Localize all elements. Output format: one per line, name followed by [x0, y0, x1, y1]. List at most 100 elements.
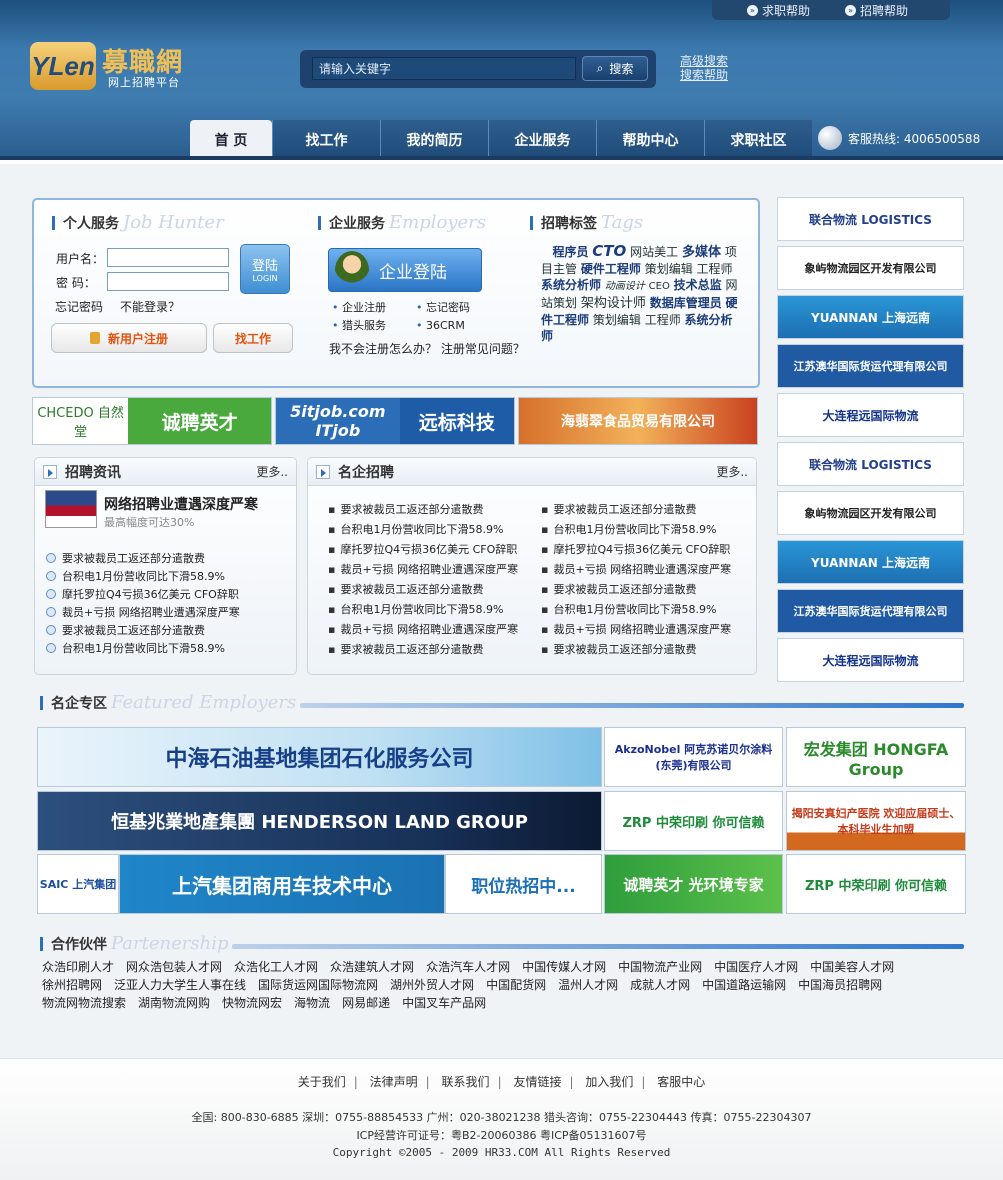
ad-saic-title[interactable]: 上汽集团商用车技术中心: [119, 854, 445, 914]
partner-link[interactable]: 中国配货网: [486, 976, 546, 994]
enterprise-register-link[interactable]: 企业注册: [332, 301, 386, 314]
enterprise-help-link[interactable]: 我不会注册怎么办？ 注册常见问题？: [329, 340, 525, 357]
sidebar-ad[interactable]: 象屿物流园区开发有限公司: [777, 246, 964, 290]
enterprise-forgot-link[interactable]: 忘记密码: [416, 301, 470, 314]
banner-itjob[interactable]: 5itjob.com ITjob 远标科技: [275, 397, 515, 445]
partner-link[interactable]: 海物流: [294, 994, 330, 1012]
list-item[interactable]: 要求被裁员工返还部分遣散费: [46, 622, 240, 640]
list-item[interactable]: 摩托罗拉Q4亏损36亿美元 CFO辞职: [541, 540, 731, 560]
tag[interactable]: 数据库管理员: [650, 296, 722, 310]
partner-link[interactable]: 泛亚人力大学生人事在线: [114, 976, 246, 994]
nav-tab-community[interactable]: 求职社区: [704, 120, 812, 160]
list-item[interactable]: 要求被裁员工返还部分遣散费: [328, 580, 518, 600]
tag[interactable]: 程序员: [552, 245, 588, 259]
partner-link[interactable]: 中国医疗人才网: [714, 958, 798, 976]
list-item[interactable]: 台积电1月份营收同比下滑58.9%: [328, 520, 518, 540]
tag[interactable]: 技术总监: [674, 278, 722, 292]
sidebar-ad[interactable]: 联合物流 LOGISTICS: [777, 197, 964, 241]
ad-hongfa[interactable]: 宏发集团 HONGFA Group: [786, 727, 966, 787]
partner-link[interactable]: 快物流网宏: [222, 994, 282, 1012]
footer-link-legal[interactable]: 法律声明: [370, 1075, 418, 1089]
list-item[interactable]: 台积电1月份营收同比下滑58.9%: [46, 640, 240, 658]
tag[interactable]: 硬件工程师: [581, 262, 641, 276]
list-item[interactable]: 要求被裁员工返还部分遣散费: [328, 500, 518, 520]
login-button[interactable]: 登陆 LOGIN: [240, 244, 290, 294]
nav-tab-help[interactable]: 帮助中心: [596, 120, 704, 160]
footer-link-service[interactable]: 客服中心: [657, 1075, 705, 1089]
partner-link[interactable]: 湖南物流网购: [138, 994, 210, 1012]
ad-jieyang-hospital[interactable]: 揭阳安真妇产医院 欢迎应届硕士、本科毕业生加盟: [786, 791, 966, 851]
footer-link-about[interactable]: 关于我们: [298, 1075, 346, 1089]
partner-link[interactable]: 网众浩包装人才网: [126, 958, 222, 976]
recruiter-help-link[interactable]: » 招聘帮助: [845, 2, 908, 19]
partner-link[interactable]: 中国美容人才网: [810, 958, 894, 976]
partner-link[interactable]: 众浩建筑人才网: [330, 958, 414, 976]
list-item[interactable]: 裁员+亏损 网络招聘业遭遇深度严寒: [328, 620, 518, 640]
crm-link[interactable]: 36CRM: [416, 319, 465, 332]
ad-saic-hiring[interactable]: 职位热招中...: [445, 854, 602, 914]
footer-link-friends[interactable]: 友情链接: [513, 1075, 561, 1089]
username-field[interactable]: [107, 248, 229, 267]
job-seeker-help-link[interactable]: » 求职帮助: [747, 2, 810, 19]
register-button[interactable]: 新用户注册: [51, 323, 207, 353]
partner-link[interactable]: 网易邮递: [342, 994, 390, 1012]
ad-akzonobel[interactable]: AkzoNobel 阿克苏诺贝尔涂料(东莞)有限公司: [604, 727, 783, 787]
list-item[interactable]: 要求被裁员工返还部分遣散费: [541, 500, 731, 520]
sidebar-ad[interactable]: 联合物流 LOGISTICS: [777, 442, 964, 486]
nav-tab-my-resume[interactable]: 我的简历: [380, 120, 488, 160]
tag[interactable]: 策划编辑: [593, 313, 641, 327]
sidebar-ad[interactable]: YUANNAN 上海远南: [777, 295, 964, 339]
tag[interactable]: 系统分析师: [541, 278, 601, 292]
partner-link[interactable]: 众浩化工人才网: [234, 958, 318, 976]
tag[interactable]: 策划编辑: [645, 262, 693, 276]
find-job-button[interactable]: 找工作: [213, 323, 293, 353]
sidebar-ad[interactable]: 大连程远国际物流: [777, 638, 964, 682]
news-feature-image[interactable]: [45, 490, 97, 528]
partner-link[interactable]: 徐州招聘网: [42, 976, 102, 994]
headhunter-link[interactable]: 猎头服务: [332, 319, 386, 332]
partner-link[interactable]: 中国海员招聘网: [798, 976, 882, 994]
ad-saic-logo[interactable]: SAIC 上汽集团: [37, 854, 119, 914]
ad-henderson[interactable]: 恒基兆業地產集團 HENDERSON LAND GROUP: [37, 791, 602, 851]
sidebar-ad[interactable]: 江苏澳华国际货运代理有限公司: [777, 344, 964, 388]
footer-link-contact[interactable]: 联系我们: [442, 1075, 490, 1089]
password-field[interactable]: [107, 272, 229, 291]
ad-light-env[interactable]: 诚聘英才 光环境专家: [604, 854, 783, 914]
list-item[interactable]: 要求被裁员工返还部分遣散费: [541, 640, 731, 660]
list-item[interactable]: 台积电1月份营收同比下滑58.9%: [541, 520, 731, 540]
tag[interactable]: 架构设计师: [581, 296, 646, 311]
list-item[interactable]: 要求被裁员工返还部分遣散费: [541, 580, 731, 600]
nav-tab-enterprise[interactable]: 企业服务: [488, 120, 596, 160]
famous-more-link[interactable]: 更多..: [716, 463, 748, 480]
tag[interactable]: CTO: [592, 242, 626, 260]
enterprise-login-button[interactable]: 企业登陆: [328, 248, 482, 292]
advanced-search-link[interactable]: 高级搜索: [680, 54, 728, 68]
partner-link[interactable]: 中国道路运输网: [702, 976, 786, 994]
partner-link[interactable]: 物流网物流搜索: [42, 994, 126, 1012]
partner-link[interactable]: 中国物流产业网: [618, 958, 702, 976]
list-item[interactable]: 台积电1月份营收同比下滑58.9%: [46, 568, 240, 586]
ad-zrp-2[interactable]: ZRP 中荣印刷 你可信赖: [786, 854, 966, 914]
sidebar-ad[interactable]: YUANNAN 上海远南: [777, 540, 964, 584]
tag[interactable]: 工程师: [697, 262, 733, 276]
news-more-link[interactable]: 更多..: [256, 463, 288, 480]
search-help-link[interactable]: 搜索帮助: [680, 68, 728, 82]
list-item[interactable]: 摩托罗拉Q4亏损36亿美元 CFO辞职: [46, 586, 240, 604]
nav-tab-find-job[interactable]: 找工作: [272, 120, 380, 160]
list-item[interactable]: 裁员+亏损 网络招聘业遭遇深度严寒: [328, 560, 518, 580]
partner-link[interactable]: 成就人才网: [630, 976, 690, 994]
list-item[interactable]: 摩托罗拉Q4亏损36亿美元 CFO辞职: [328, 540, 518, 560]
banner-chcedo[interactable]: CHCEDO 自然堂 诚聘英才: [32, 397, 272, 445]
site-logo[interactable]: YLen 募職網 网上招聘平台: [30, 40, 202, 90]
sidebar-ad[interactable]: 江苏澳华国际货运代理有限公司: [777, 589, 964, 633]
sidebar-ad[interactable]: 大连程远国际物流: [777, 393, 964, 437]
search-button[interactable]: ⌕ 搜索: [582, 56, 648, 81]
list-item[interactable]: 裁员+亏损 网络招聘业遭遇深度严寒: [541, 560, 731, 580]
forgot-password-link[interactable]: 忘记密码: [55, 298, 103, 315]
list-item[interactable]: 要求被裁员工返还部分遣散费: [328, 640, 518, 660]
sidebar-ad[interactable]: 象屿物流园区开发有限公司: [777, 491, 964, 535]
list-item[interactable]: 裁员+亏损 网络招聘业遭遇深度严寒: [46, 604, 240, 622]
ad-cnooc[interactable]: 中海石油基地集团石化服务公司: [37, 727, 602, 787]
partner-link[interactable]: 中国叉车产品网: [402, 994, 486, 1012]
footer-link-join[interactable]: 加入我们: [585, 1075, 633, 1089]
